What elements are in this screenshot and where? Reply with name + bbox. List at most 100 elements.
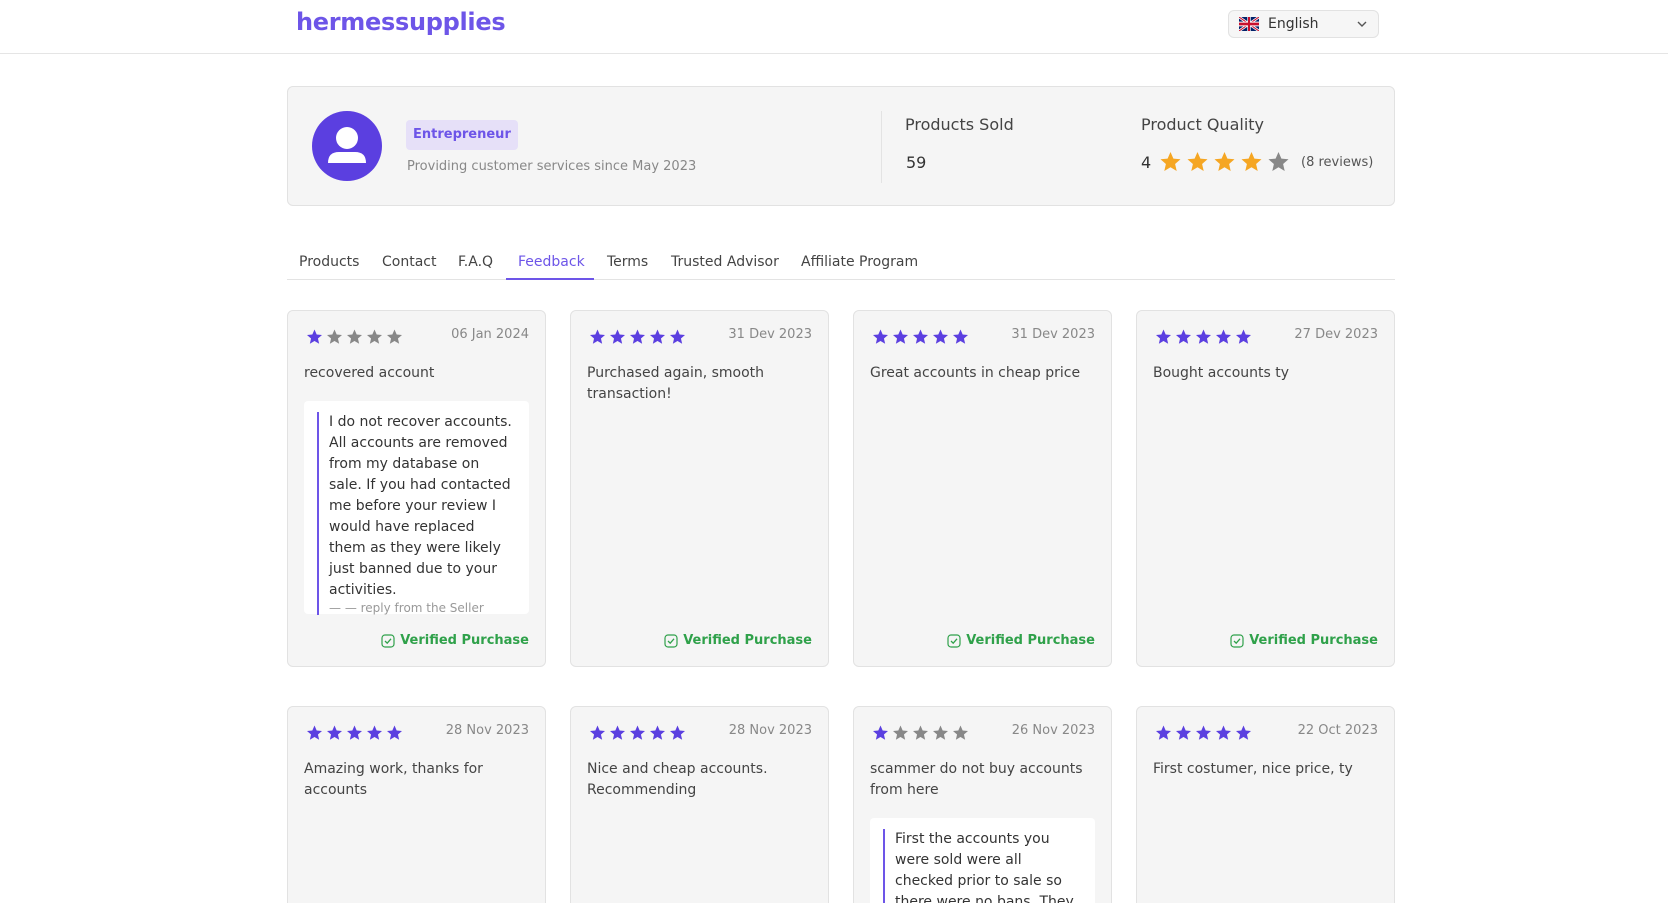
language-label: English <box>1268 16 1319 32</box>
review-text: Amazing work, thanks for accounts <box>304 761 483 798</box>
star-filled-icon <box>1236 329 1251 344</box>
star-empty-icon <box>347 329 362 344</box>
check-square-icon <box>947 633 961 648</box>
rating-stars <box>871 724 970 742</box>
star-empty-icon <box>387 329 402 344</box>
reviews-count[interactable]: (8 reviews) <box>1301 155 1373 170</box>
chevron-down-icon <box>1357 21 1367 27</box>
review-date: 26 Nov 2023 <box>1011 723 1095 738</box>
uk-flag-icon <box>1239 17 1259 31</box>
star-filled-icon <box>630 725 645 740</box>
star-filled-icon <box>630 329 645 344</box>
rating-stars <box>588 724 687 742</box>
star-filled-icon <box>1216 329 1231 344</box>
reply-attribution: — — reply from the Seller <box>329 601 484 615</box>
review-card: 28 Nov 2023 Nice and cheap accounts. Rec… <box>570 706 829 903</box>
star-filled-icon <box>873 329 888 344</box>
star-filled-icon <box>1156 329 1171 344</box>
rating-stars <box>305 328 404 346</box>
star-filled-icon <box>1156 725 1171 740</box>
star-filled-icon <box>307 725 322 740</box>
check-square-icon <box>381 633 395 648</box>
rating-stars <box>305 724 404 742</box>
star-filled-icon <box>1236 725 1251 740</box>
tab-affiliate-program[interactable]: Affiliate Program <box>801 254 918 270</box>
star-filled-icon <box>670 329 685 344</box>
review-card: 22 Oct 2023 First costumer, nice price, … <box>1136 706 1395 903</box>
review-text: Bought accounts ty <box>1153 365 1290 381</box>
star-filled-icon <box>327 725 342 740</box>
rating-stars <box>588 328 687 346</box>
star-filled-icon <box>367 725 382 740</box>
reply-text: First the accounts you were sold were al… <box>895 831 1074 903</box>
star-filled-icon <box>590 329 605 344</box>
star-filled-icon <box>1196 329 1211 344</box>
star-filled-icon <box>590 725 605 740</box>
rating-stars <box>1154 328 1253 346</box>
review-date: 27 Dev 2023 <box>1294 327 1378 342</box>
products-sold-value: 59 <box>906 153 927 172</box>
language-selector[interactable]: English <box>1228 10 1379 38</box>
review-text: Purchased again, smooth transaction! <box>587 365 765 402</box>
star-filled-icon <box>347 725 362 740</box>
quality-rating-stars <box>1158 150 1291 174</box>
star-filled-icon <box>1187 152 1208 171</box>
star-empty-icon <box>933 725 948 740</box>
tab-contact[interactable]: Contact <box>382 254 436 270</box>
verified-purchase-badge: Verified Purchase <box>381 633 529 648</box>
products-sold-label: Products Sold <box>905 115 1014 134</box>
tab-trusted-advisor[interactable]: Trusted Advisor <box>671 254 779 270</box>
product-quality-value: 4 <box>1141 153 1152 172</box>
check-square-icon <box>1230 633 1244 648</box>
review-text: Nice and cheap accounts. Recommending <box>587 761 768 798</box>
seller-since: Providing customer services since May 20… <box>407 159 697 174</box>
seller-reply: First the accounts you were sold were al… <box>870 818 1095 903</box>
star-filled-icon <box>1241 152 1262 171</box>
review-date: 31 Dev 2023 <box>728 327 812 342</box>
review-date: 22 Oct 2023 <box>1297 723 1378 738</box>
active-tab-indicator <box>506 278 594 280</box>
tab-products[interactable]: Products <box>299 254 359 270</box>
star-empty-icon <box>367 329 382 344</box>
review-card: 31 Dev 2023 Great accounts in cheap pric… <box>853 310 1112 667</box>
review-text: recovered account <box>304 365 435 381</box>
tab-faq[interactable]: F.A.Q <box>458 254 493 270</box>
star-filled-icon <box>1216 725 1231 740</box>
star-filled-icon <box>670 725 685 740</box>
tab-terms[interactable]: Terms <box>607 254 648 270</box>
star-filled-icon <box>610 329 625 344</box>
star-empty-icon <box>893 725 908 740</box>
star-filled-icon <box>650 725 665 740</box>
seller-reply: I do not recover accounts. All accounts … <box>304 401 529 615</box>
star-filled-icon <box>1160 152 1181 171</box>
star-empty-icon <box>953 725 968 740</box>
review-text: First costumer, nice price, ty <box>1153 761 1353 777</box>
review-date: 06 Jan 2024 <box>451 327 529 342</box>
star-filled-icon <box>1196 725 1211 740</box>
star-filled-icon <box>1176 329 1191 344</box>
seller-profile-card: Entrepreneur Providing customer services… <box>287 86 1395 206</box>
brand-logo[interactable]: hermessupplies <box>296 8 506 36</box>
rating-stars <box>1154 724 1253 742</box>
star-empty-icon <box>913 725 928 740</box>
review-card: 28 Nov 2023 Amazing work, thanks for acc… <box>287 706 546 903</box>
star-filled-icon <box>1214 152 1235 171</box>
divider <box>881 111 882 183</box>
star-filled-icon <box>913 329 928 344</box>
star-filled-icon <box>650 329 665 344</box>
top-bar: hermessupplies English <box>0 0 1668 54</box>
verified-purchase-badge: Verified Purchase <box>1230 633 1378 648</box>
star-empty-icon <box>1268 152 1289 171</box>
star-filled-icon <box>953 329 968 344</box>
review-date: 28 Nov 2023 <box>728 723 812 738</box>
review-card: 31 Dev 2023 Purchased again, smooth tran… <box>570 310 829 667</box>
verified-purchase-badge: Verified Purchase <box>947 633 1095 648</box>
review-date: 28 Nov 2023 <box>445 723 529 738</box>
star-empty-icon <box>327 329 342 344</box>
tab-feedback[interactable]: Feedback <box>518 254 585 270</box>
profile-tabs: Products Contact F.A.Q Feedback Terms Tr… <box>287 240 1395 280</box>
seller-badge: Entrepreneur <box>406 120 518 150</box>
review-card: 27 Dev 2023 Bought accounts ty Verified … <box>1136 310 1395 667</box>
star-filled-icon <box>610 725 625 740</box>
reply-text: I do not recover accounts. All accounts … <box>329 414 512 598</box>
